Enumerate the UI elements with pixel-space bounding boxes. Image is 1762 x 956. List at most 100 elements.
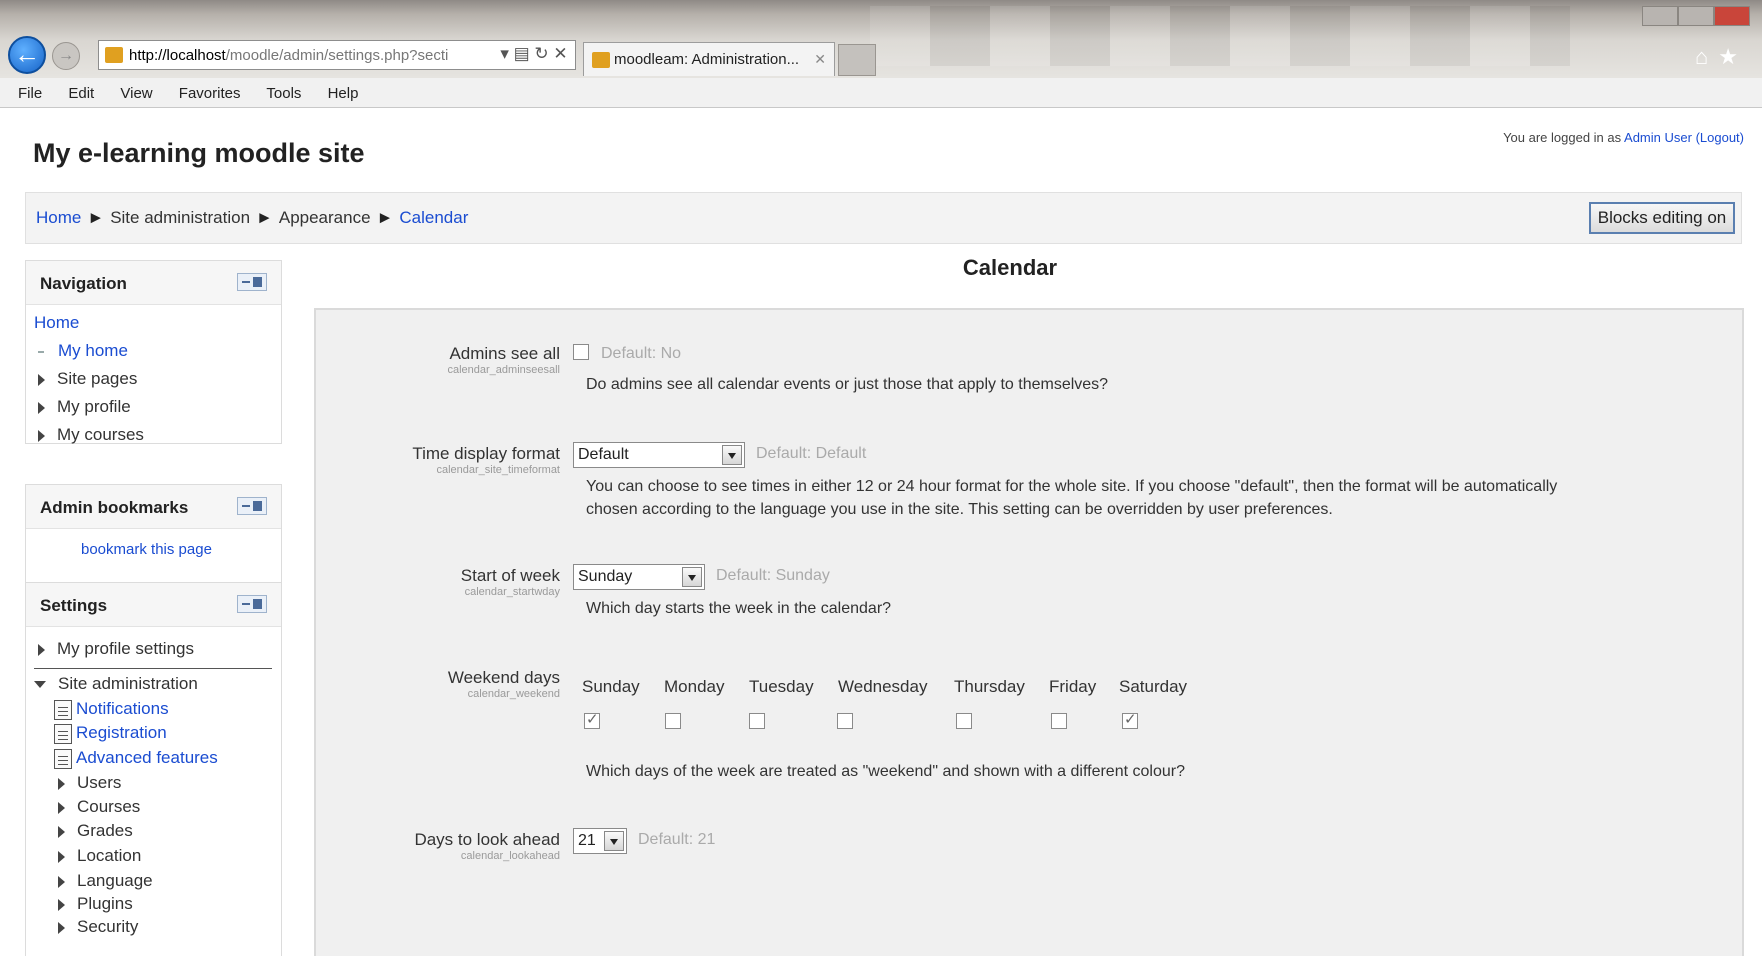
url-path: /moodle/admin/settings.php?secti bbox=[225, 47, 449, 64]
days-look-ahead-label: Days to look ahead bbox=[414, 830, 560, 849]
close-window-button[interactable] bbox=[1714, 6, 1750, 26]
weekend-monday-checkbox[interactable] bbox=[665, 713, 681, 729]
navigation-block-header: Navigation bbox=[26, 261, 281, 305]
settings-site-administration[interactable]: Site administration bbox=[34, 674, 198, 694]
weekend-friday-checkbox[interactable] bbox=[1051, 713, 1067, 729]
admins-see-all-checkbox[interactable] bbox=[573, 344, 589, 360]
settings-registration[interactable]: Registration bbox=[54, 723, 167, 744]
nav-site-pages[interactable]: Site pages bbox=[38, 369, 137, 389]
start-of-week-label: Start of week bbox=[460, 566, 560, 585]
settings-block: Settings My profile settings Site admini… bbox=[25, 582, 282, 956]
blocks-editing-button[interactable]: Blocks editing on bbox=[1589, 202, 1735, 234]
nav-my-home-link[interactable]: My home bbox=[58, 341, 128, 360]
menu-edit[interactable]: Edit bbox=[68, 85, 94, 102]
settings-notifications[interactable]: Notifications bbox=[54, 699, 169, 720]
menu-tools[interactable]: Tools bbox=[266, 85, 301, 102]
nav-my-profile[interactable]: My profile bbox=[38, 397, 131, 417]
time-display-format-default: Default: Default bbox=[756, 445, 867, 462]
weekend-day-label: Tuesday bbox=[749, 677, 814, 696]
page-heading: Calendar bbox=[962, 255, 1058, 280]
weekend-wednesday-checkbox[interactable] bbox=[837, 713, 853, 729]
login-user-link[interactable]: Admin User bbox=[1624, 130, 1692, 145]
bookmark-link[interactable]: bookmark this page bbox=[81, 541, 212, 558]
start-of-week-default: Default: Sunday bbox=[716, 567, 830, 584]
breadcrumb-appearance[interactable]: Appearance bbox=[279, 208, 371, 227]
nav-home[interactable]: Home bbox=[34, 313, 79, 333]
settings-courses[interactable]: Courses bbox=[58, 797, 140, 817]
tab-close-icon[interactable]: ✕ bbox=[814, 51, 826, 68]
expand-triangle-icon bbox=[58, 801, 65, 814]
settings-plugins[interactable]: Plugins bbox=[58, 894, 133, 914]
nav-site-pages-label: Site pages bbox=[57, 369, 138, 388]
dropdown-arrow-icon[interactable] bbox=[682, 567, 702, 587]
site-administration-label: Site administration bbox=[58, 674, 198, 693]
bookmark-this-page[interactable]: bookmark this page bbox=[81, 541, 212, 558]
dropdown-arrow-icon[interactable] bbox=[722, 445, 742, 465]
tab-favicon-icon bbox=[592, 52, 610, 68]
expand-triangle-icon bbox=[58, 850, 65, 863]
admins-see-all-description: Do admins see all calendar events or jus… bbox=[586, 376, 1109, 393]
weekend-saturday-checkbox[interactable] bbox=[1122, 710, 1138, 729]
weekend-sunday-checkbox[interactable] bbox=[584, 710, 600, 729]
forward-arrow-icon[interactable]: → bbox=[52, 42, 80, 70]
maximize-button[interactable] bbox=[1678, 6, 1714, 26]
nav-home-link[interactable]: Home bbox=[34, 313, 79, 332]
back-arrow-icon[interactable]: ← bbox=[8, 36, 46, 74]
expand-triangle-icon bbox=[58, 825, 65, 838]
weekend-day-label: Sunday bbox=[582, 677, 640, 696]
settings-location[interactable]: Location bbox=[58, 846, 141, 866]
admin-bookmarks-title: Admin bookmarks bbox=[40, 498, 189, 517]
settings-language[interactable]: Language bbox=[58, 871, 153, 891]
start-of-week-select[interactable]: Sunday bbox=[573, 564, 705, 590]
settings-my-profile-settings[interactable]: My profile settings bbox=[38, 639, 194, 659]
settings-security[interactable]: Security bbox=[58, 917, 138, 937]
minimize-button[interactable] bbox=[1642, 6, 1678, 26]
window-controls bbox=[1642, 6, 1762, 28]
admins-see-all-sublabel: calendar_adminseesall bbox=[447, 364, 560, 376]
site-title: My e-learning moodle site bbox=[33, 138, 365, 168]
address-controls[interactable]: ▾ ▤ ↻ ✕ bbox=[490, 40, 578, 70]
weekend-tuesday-checkbox[interactable] bbox=[749, 713, 765, 729]
nav-my-courses[interactable]: My courses bbox=[38, 425, 144, 445]
logout-link[interactable]: (Logout) bbox=[1696, 130, 1744, 145]
breadcrumb-separator: ► bbox=[376, 208, 394, 227]
breadcrumb-home[interactable]: Home bbox=[36, 208, 81, 227]
breadcrumb-calendar[interactable]: Calendar bbox=[399, 208, 468, 227]
start-of-week-sublabel: calendar_startwday bbox=[464, 586, 560, 598]
menu-help[interactable]: Help bbox=[328, 85, 359, 102]
breadcrumb-bar: Home ► Site administration ► Appearance ► Cale… bbox=[25, 192, 1742, 244]
notifications-link[interactable]: Notifications bbox=[76, 699, 169, 718]
nav-my-home[interactable]: My home bbox=[32, 341, 128, 361]
weekend-day-label: Saturday bbox=[1119, 677, 1188, 696]
browser-menubar: File Edit View Favorites Tools Help bbox=[0, 78, 1762, 108]
breadcrumb-separator: ► bbox=[87, 208, 105, 227]
dock-block-icon[interactable] bbox=[237, 273, 267, 291]
breadcrumb: Home ► Site administration ► Appearance ► Cale… bbox=[36, 208, 468, 228]
browser-tab[interactable]: moodleam: Administration... ✕ bbox=[583, 42, 835, 76]
new-tab-button[interactable] bbox=[838, 44, 876, 76]
login-info: You are logged in as Admin User (Logout) bbox=[1503, 130, 1744, 145]
settings-users[interactable]: Users bbox=[58, 773, 121, 793]
menu-favorites[interactable]: Favorites bbox=[179, 85, 241, 102]
registration-link[interactable]: Registration bbox=[76, 723, 167, 742]
advanced-features-link[interactable]: Advanced features bbox=[76, 748, 218, 767]
time-display-format-select[interactable]: Default bbox=[573, 442, 745, 468]
menu-file[interactable]: File bbox=[18, 85, 42, 102]
weekend-thursday-checkbox[interactable] bbox=[956, 713, 972, 729]
days-look-ahead-sublabel: calendar_lookahead bbox=[460, 850, 560, 862]
dock-block-icon[interactable] bbox=[237, 497, 267, 515]
menu-view[interactable]: View bbox=[120, 85, 152, 102]
weekend-days-label: Weekend days bbox=[447, 668, 560, 687]
time-display-format-description-2: chosen according to the language you use… bbox=[586, 501, 1333, 518]
settings-advanced-features[interactable]: Advanced features bbox=[54, 748, 218, 769]
days-look-ahead-select[interactable]: 21 bbox=[573, 828, 627, 854]
dock-block-icon[interactable] bbox=[237, 595, 267, 613]
home-star-icons[interactable]: ⌂★ bbox=[1695, 44, 1748, 70]
days-look-ahead-default: Default: 21 bbox=[638, 831, 716, 848]
page-icon bbox=[54, 748, 72, 769]
page-icon bbox=[54, 699, 72, 720]
settings-grades[interactable]: Grades bbox=[58, 821, 133, 841]
dropdown-arrow-icon[interactable] bbox=[604, 831, 624, 851]
breadcrumb-site-admin[interactable]: Site administration bbox=[110, 208, 250, 227]
expand-triangle-icon bbox=[58, 777, 65, 790]
